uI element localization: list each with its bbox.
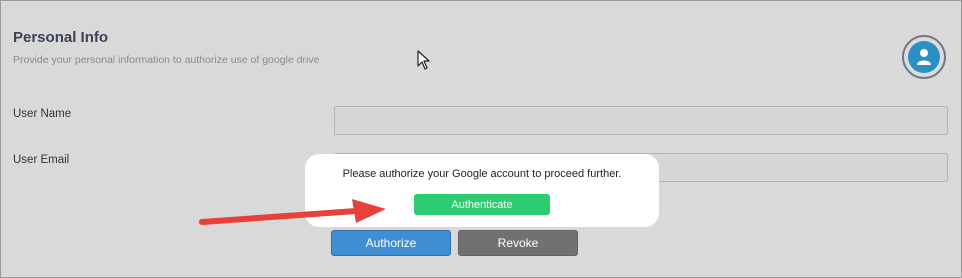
- avatar[interactable]: [902, 35, 946, 79]
- revoke-button[interactable]: Revoke: [458, 230, 578, 256]
- user-name-label: User Name: [13, 108, 72, 120]
- user-name-field[interactable]: [334, 106, 948, 135]
- popup-message: Please authorize your Google account to …: [342, 168, 622, 180]
- user-icon: [908, 41, 940, 73]
- authenticate-button[interactable]: Authenticate: [414, 194, 550, 215]
- arrow-right-icon: [199, 199, 386, 225]
- authorize-button[interactable]: Authorize: [331, 230, 451, 256]
- page-title: Personal Info: [13, 29, 109, 46]
- personal-info-panel: Personal Info Provide your personal info…: [0, 0, 962, 278]
- mouse-cursor-icon: [417, 50, 430, 70]
- user-email-label: User Email: [13, 154, 70, 166]
- page-subtitle: Provide your personal information to aut…: [13, 54, 320, 66]
